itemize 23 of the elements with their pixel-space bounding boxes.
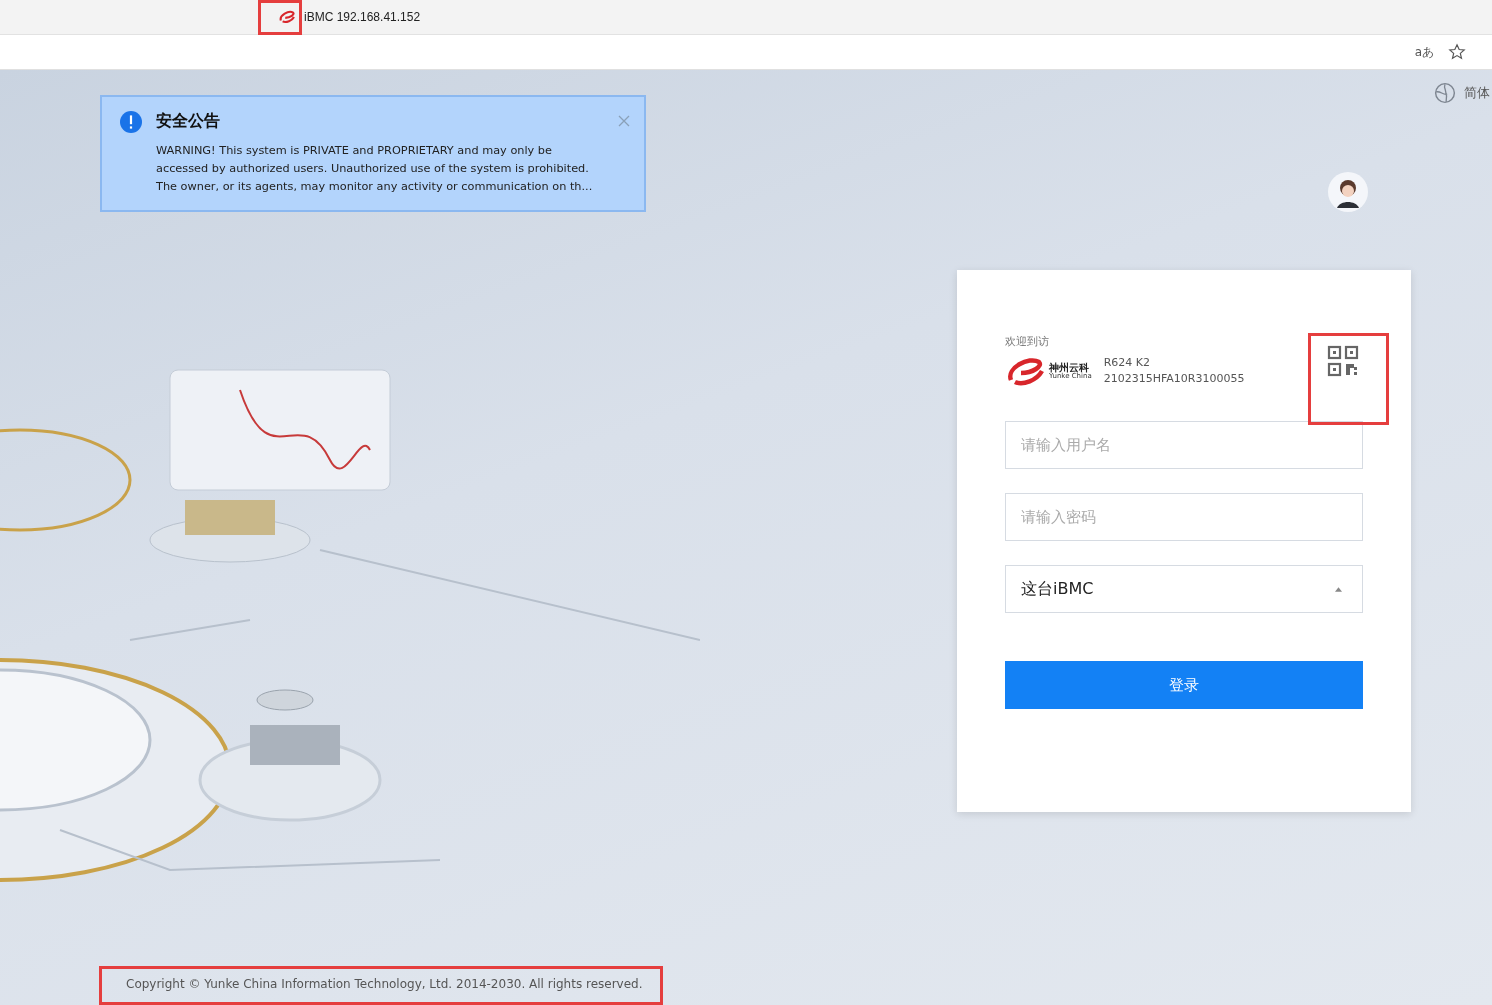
language-selector[interactable]: 简体 xyxy=(1464,84,1490,102)
model-name: R624 K2 xyxy=(1103,355,1152,371)
qr-code-icon[interactable] xyxy=(1327,344,1359,377)
welcome-text: 欢迎到访 xyxy=(1005,334,1050,349)
highlight-frame xyxy=(258,0,302,35)
login-button[interactable]: 登录 xyxy=(1005,661,1363,709)
notice-title: 安全公告 xyxy=(156,111,221,132)
tab-title[interactable]: iBMC 192.168.41.152 xyxy=(304,10,421,24)
logo-icon xyxy=(1005,356,1045,386)
globe-icon[interactable] xyxy=(1434,82,1456,104)
logo-icon xyxy=(278,10,296,24)
caret-icon xyxy=(1335,586,1342,592)
username-field[interactable]: 请输入用户名 xyxy=(1005,421,1363,469)
brand-name: 神州云科 xyxy=(1049,361,1089,373)
read-aloud-button[interactable]: aあ xyxy=(1414,43,1434,61)
notice-message: WARNING! This system is PRIVATE and PROPRIETARY and may only be accessed by authorized users. Unauthorized use of the system is prohibited. The owner, or its agents, may monitor any activity or communication on th... xyxy=(156,143,594,195)
domain-dropdown[interactable]: 这台iBMC xyxy=(1005,565,1363,613)
copyright-text: Copyright © Yunke China Information Technology, Ltd. 2014-2030. All rights reserved. xyxy=(125,977,644,993)
star-icon[interactable] xyxy=(1448,43,1466,61)
avatar-icon[interactable] xyxy=(1328,172,1368,212)
password-field[interactable]: 请输入密码 xyxy=(1005,493,1363,541)
serial-number: 2102315HFA10R3100055 xyxy=(1103,371,1245,387)
info-icon xyxy=(120,111,142,133)
